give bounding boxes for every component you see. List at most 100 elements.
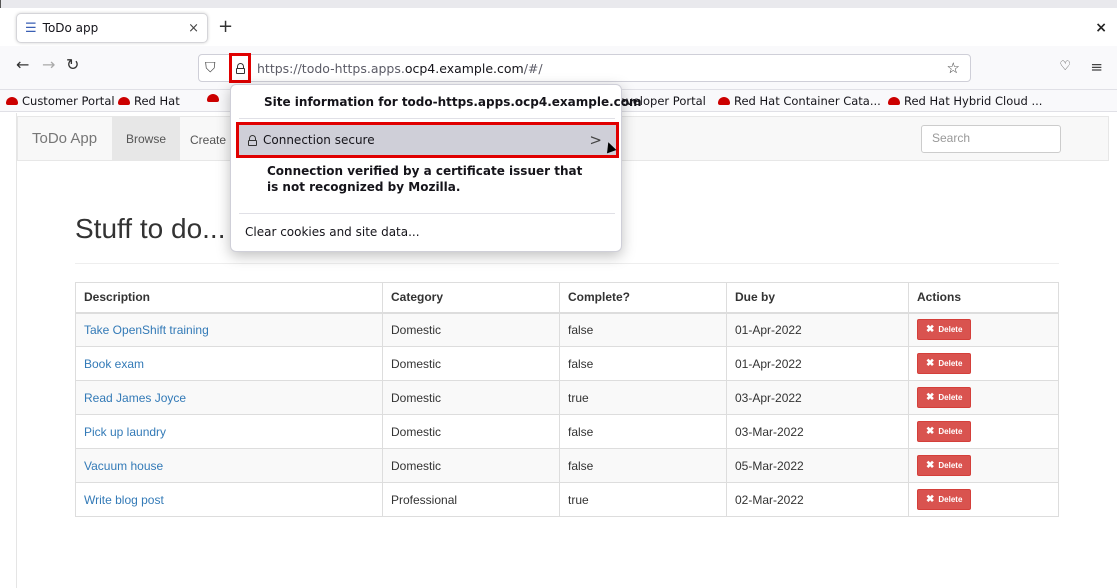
- pocket-icon[interactable]: ♡: [1059, 59, 1071, 74]
- divider: [239, 118, 615, 119]
- complete-cell: false: [559, 312, 727, 347]
- delete-button[interactable]: ✖ Delete: [917, 387, 972, 408]
- verification-message: Connection verified by a certificate iss…: [267, 164, 583, 194]
- divider: [75, 263, 1059, 264]
- clear-cookies-button[interactable]: Clear cookies and site data...: [245, 225, 420, 239]
- forward-icon[interactable]: →: [42, 57, 55, 73]
- description-link[interactable]: Book exam: [75, 346, 383, 381]
- chevron-right-icon: >: [589, 131, 602, 149]
- redhat-icon: [888, 97, 900, 105]
- complete-cell: true: [559, 482, 727, 517]
- todo-table: Description Category Complete? Due by Ac…: [75, 282, 1059, 517]
- complete-cell: false: [559, 346, 727, 381]
- due-cell: 01-Apr-2022: [726, 346, 909, 381]
- category-cell: Domestic: [382, 312, 560, 347]
- category-cell: Domestic: [382, 448, 560, 483]
- back-icon[interactable]: ←: [16, 57, 29, 73]
- description-link[interactable]: Pick up laundry: [75, 414, 383, 449]
- tab-close-icon[interactable]: ×: [188, 21, 199, 36]
- complete-cell: false: [559, 448, 727, 483]
- description-link[interactable]: Read James Joyce: [75, 380, 383, 415]
- actions-cell: ✖ Delete: [908, 346, 1059, 381]
- delete-button[interactable]: ✖ Delete: [917, 489, 972, 510]
- connection-label: Connection secure: [263, 133, 375, 147]
- table-row: Take OpenShift training Domestic false 0…: [75, 312, 1059, 347]
- close-icon: ✖: [926, 358, 935, 369]
- delete-button[interactable]: ✖ Delete: [917, 455, 972, 476]
- bookmark-star-icon[interactable]: ☆: [947, 59, 960, 77]
- bookmark-customer-portal[interactable]: Customer Portal: [6, 94, 115, 108]
- category-cell: Domestic: [382, 414, 560, 449]
- description-link[interactable]: Write blog post: [75, 482, 383, 517]
- bookmark-container-catalog[interactable]: Red Hat Container Cata...: [718, 94, 881, 108]
- due-cell: 02-Mar-2022: [726, 482, 909, 517]
- window-corner: [0, 0, 6, 8]
- bookmark-hybrid-cloud[interactable]: Red Hat Hybrid Cloud ...: [888, 94, 1042, 108]
- close-icon: ✖: [926, 494, 935, 505]
- hamburger-menu-icon[interactable]: ≡: [1090, 58, 1103, 76]
- actions-cell: ✖ Delete: [908, 312, 1059, 347]
- delete-button[interactable]: ✖ Delete: [917, 421, 972, 442]
- tab-title: ToDo app: [42, 21, 99, 35]
- due-cell: 01-Apr-2022: [726, 312, 909, 347]
- table-row: Pick up laundry Domestic false 03-Mar-20…: [75, 414, 1059, 449]
- list-icon: ☰: [25, 20, 37, 36]
- bookmark-red-hat[interactable]: Red Hat: [118, 94, 180, 108]
- column-header: Complete?: [559, 282, 727, 314]
- connection-secure-button[interactable]: Connection secure >: [236, 122, 619, 158]
- actions-cell: ✖ Delete: [908, 380, 1059, 415]
- window-close-icon[interactable]: ×: [1095, 20, 1107, 36]
- table-row: Read James Joyce Domestic true 03-Apr-20…: [75, 380, 1059, 415]
- tab-strip: ☰ ToDo app × + ×: [0, 0, 1117, 46]
- table-row: Write blog post Professional true 02-Mar…: [75, 482, 1059, 517]
- column-header: Description: [75, 282, 383, 314]
- category-cell: Domestic: [382, 346, 560, 381]
- delete-button[interactable]: ✖ Delete: [917, 353, 972, 374]
- panel-title: Site information for todo-https.apps.ocp…: [264, 95, 642, 109]
- site-info-panel: Site information for todo-https.apps.ocp…: [230, 84, 642, 252]
- column-header: Actions: [908, 282, 1059, 314]
- search-input[interactable]: Search: [921, 125, 1061, 153]
- lock-icon: [235, 62, 245, 74]
- site-info-button[interactable]: [229, 53, 251, 83]
- category-cell: Domestic: [382, 380, 560, 415]
- divider: [239, 213, 615, 214]
- category-cell: Professional: [382, 482, 560, 517]
- app-brand[interactable]: ToDo App: [32, 130, 97, 147]
- tracking-protection-icon[interactable]: ⛉: [205, 60, 216, 76]
- column-header: Category: [382, 282, 560, 314]
- reload-icon[interactable]: ↻: [66, 57, 79, 73]
- lock-icon: [248, 134, 257, 146]
- delete-button[interactable]: ✖ Delete: [917, 319, 972, 341]
- description-link[interactable]: Take OpenShift training: [75, 312, 383, 347]
- actions-cell: ✖ Delete: [908, 414, 1059, 449]
- due-cell: 05-Mar-2022: [726, 448, 909, 483]
- page-title: Stuff to do...: [75, 213, 226, 244]
- close-icon: ✖: [926, 324, 935, 336]
- table-row: Book exam Domestic false 01-Apr-2022 ✖ De…: [75, 346, 1059, 381]
- close-icon: ✖: [926, 392, 935, 403]
- column-header: Due by: [726, 282, 909, 314]
- url-text[interactable]: https://todo-https.apps.ocp4.example.com…: [257, 61, 543, 76]
- url-bar[interactable]: ⛉ https://todo-https.apps.ocp4.example.c…: [198, 53, 971, 83]
- redhat-icon: [207, 94, 219, 102]
- browser-tab[interactable]: ☰ ToDo app ×: [16, 13, 208, 43]
- actions-cell: ✖ Delete: [908, 482, 1059, 517]
- nav-create[interactable]: Create: [190, 133, 226, 147]
- table-header-row: Description Category Complete? Due by Ac…: [75, 282, 1059, 314]
- close-icon: ✖: [926, 460, 935, 471]
- description-link[interactable]: Vacuum house: [75, 448, 383, 483]
- nav-browse[interactable]: Browse: [112, 117, 181, 160]
- complete-cell: false: [559, 414, 727, 449]
- due-cell: 03-Mar-2022: [726, 414, 909, 449]
- redhat-icon: [118, 97, 130, 105]
- redhat-icon: [6, 97, 18, 105]
- redhat-icon: [718, 97, 730, 105]
- complete-cell: true: [559, 380, 727, 415]
- actions-cell: ✖ Delete: [908, 448, 1059, 483]
- close-icon: ✖: [926, 426, 935, 437]
- bookmark-hidden[interactable]: [207, 94, 223, 102]
- due-cell: 03-Apr-2022: [726, 380, 909, 415]
- table-row: Vacuum house Domestic false 05-Mar-2022 …: [75, 448, 1059, 483]
- new-tab-button[interactable]: +: [218, 18, 233, 36]
